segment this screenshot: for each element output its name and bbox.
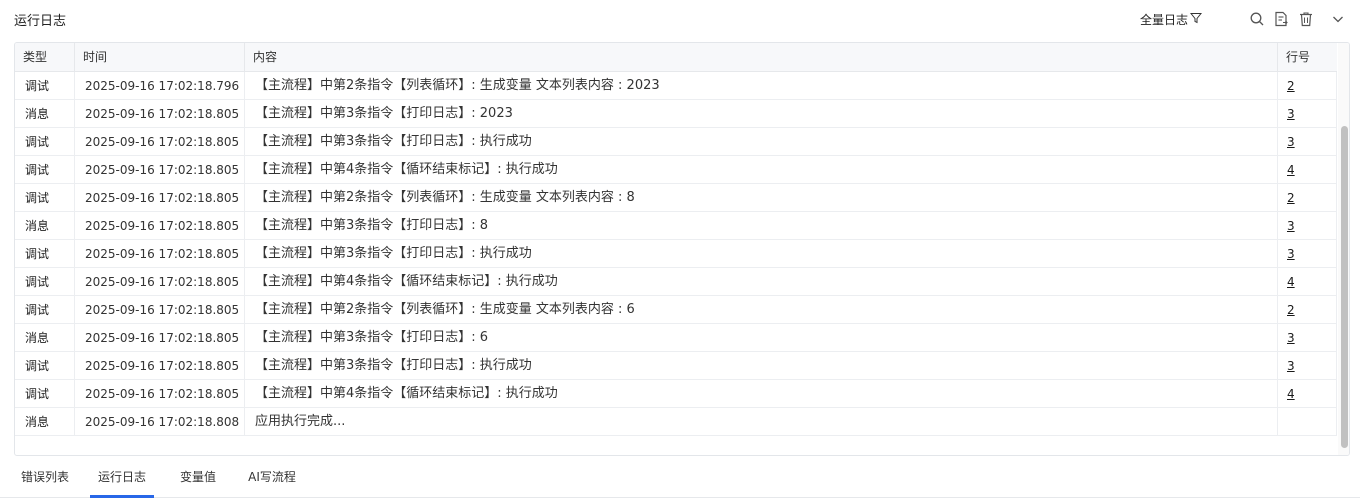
- table-row[interactable]: 调试 2025-09-16 17:02:18.805 【主流程】中第4条指令【循环结…: [15, 156, 1337, 184]
- table-row[interactable]: 调试 2025-09-16 17:02:18.805 【主流程】中第4条指令【循环结…: [15, 380, 1337, 408]
- cell-type: 调试: [15, 240, 75, 268]
- line-number-link[interactable]: 2: [1287, 79, 1295, 93]
- cell-content: 【主流程】中第4条指令【循环结束标记】: 执行成功: [245, 380, 1278, 408]
- table-header: 类型 时间 内容 行号: [15, 43, 1337, 72]
- cell-content: 【主流程】中第3条指令【打印日志】: 执行成功: [245, 240, 1278, 268]
- cell-time: 2025-09-16 17:02:18.805: [75, 156, 245, 184]
- filter-label: 全量日志: [1140, 13, 1189, 27]
- cell-line: 3: [1278, 240, 1337, 268]
- column-header-type[interactable]: 类型: [15, 43, 75, 72]
- cell-time: 2025-09-16 17:02:18.805: [75, 296, 245, 324]
- cell-line: 2: [1278, 296, 1337, 324]
- cell-content: 【主流程】中第4条指令【循环结束标记】: 执行成功: [245, 156, 1278, 184]
- export-icon[interactable]: [1273, 11, 1289, 27]
- cell-type: 调试: [15, 296, 75, 324]
- filter-icon: [1189, 12, 1203, 27]
- chevron-down-icon[interactable]: [1330, 11, 1346, 27]
- cell-content: 【主流程】中第3条指令【打印日志】: 8: [245, 212, 1278, 240]
- column-header-content[interactable]: 内容: [245, 43, 1278, 72]
- cell-line: 3: [1278, 352, 1337, 380]
- tab-error-list[interactable]: 错误列表: [14, 458, 76, 498]
- cell-time: 2025-09-16 17:02:18.805: [75, 128, 245, 156]
- line-number-link[interactable]: 3: [1287, 135, 1295, 149]
- cell-line: 3: [1278, 212, 1337, 240]
- cell-content: 【主流程】中第4条指令【循环结束标记】: 执行成功: [245, 268, 1278, 296]
- cell-line: 4: [1278, 268, 1337, 296]
- line-number-link[interactable]: 2: [1287, 191, 1295, 205]
- log-table-panel: 类型 时间 内容 行号 调试 2025-09-16 17:02:18.796 【主流…: [14, 42, 1350, 456]
- cell-type: 调试: [15, 352, 75, 380]
- search-icon[interactable]: [1249, 11, 1265, 27]
- cell-line: [1278, 408, 1337, 436]
- table-row[interactable]: 调试 2025-09-16 17:02:18.805 【主流程】中第3条指令【打印日…: [15, 352, 1337, 380]
- cell-line: 4: [1278, 156, 1337, 184]
- cell-content: 【主流程】中第3条指令【打印日志】: 2023: [245, 100, 1278, 128]
- cell-content: 【主流程】中第2条指令【列表循环】: 生成变量 文本列表内容 : 6: [245, 296, 1278, 324]
- table-row[interactable]: 消息 2025-09-16 17:02:18.805 【主流程】中第3条指令【打印日…: [15, 324, 1337, 352]
- trash-icon[interactable]: [1298, 11, 1314, 27]
- cell-time: 2025-09-16 17:02:18.796: [75, 72, 245, 100]
- cell-content: 【主流程】中第2条指令【列表循环】: 生成变量 文本列表内容 : 2023: [245, 72, 1278, 100]
- cell-time: 2025-09-16 17:02:18.805: [75, 352, 245, 380]
- page-title: 运行日志: [14, 14, 67, 29]
- line-number-link[interactable]: 3: [1287, 219, 1295, 233]
- table-row[interactable]: 消息 2025-09-16 17:02:18.805 【主流程】中第3条指令【打印日…: [15, 212, 1337, 240]
- cell-time: 2025-09-16 17:02:18.805: [75, 240, 245, 268]
- bottom-tab-bar: 错误列表 运行日志 变量值 AI写流程: [0, 458, 1360, 498]
- cell-content: 应用执行完成...: [245, 408, 1278, 436]
- log-filter-dropdown[interactable]: 全量日志: [1140, 11, 1203, 28]
- cell-content: 【主流程】中第3条指令【打印日志】: 执行成功: [245, 128, 1278, 156]
- cell-type: 调试: [15, 72, 75, 100]
- tab-ai-flow[interactable]: AI写流程: [240, 458, 304, 498]
- cell-type: 调试: [15, 156, 75, 184]
- line-number-link[interactable]: 4: [1287, 163, 1295, 177]
- cell-time: 2025-09-16 17:02:18.805: [75, 100, 245, 128]
- table-row[interactable]: 调试 2025-09-16 17:02:18.805 【主流程】中第4条指令【循环结…: [15, 268, 1337, 296]
- cell-type: 调试: [15, 268, 75, 296]
- line-number-link[interactable]: 4: [1287, 275, 1295, 289]
- table-row[interactable]: 调试 2025-09-16 17:02:18.805 【主流程】中第2条指令【列表循…: [15, 184, 1337, 212]
- cell-type: 调试: [15, 184, 75, 212]
- table-row[interactable]: 消息 2025-09-16 17:02:18.808 应用执行完成...: [15, 408, 1337, 436]
- cell-type: 消息: [15, 324, 75, 352]
- line-number-link[interactable]: 3: [1287, 107, 1295, 121]
- line-number-link[interactable]: 2: [1287, 303, 1295, 317]
- line-number-link[interactable]: 3: [1287, 247, 1295, 261]
- cell-time: 2025-09-16 17:02:18.805: [75, 380, 245, 408]
- cell-type: 消息: [15, 100, 75, 128]
- table-row[interactable]: 调试 2025-09-16 17:02:18.796 【主流程】中第2条指令【列表循…: [15, 72, 1337, 100]
- column-header-time[interactable]: 时间: [75, 43, 245, 72]
- table-row[interactable]: 调试 2025-09-16 17:02:18.805 【主流程】中第3条指令【打印日…: [15, 128, 1337, 156]
- cell-content: 【主流程】中第3条指令【打印日志】: 6: [245, 324, 1278, 352]
- line-number-link[interactable]: 3: [1287, 331, 1295, 345]
- cell-time: 2025-09-16 17:02:18.805: [75, 268, 245, 296]
- cell-time: 2025-09-16 17:02:18.805: [75, 184, 245, 212]
- cell-time: 2025-09-16 17:02:18.808: [75, 408, 245, 436]
- cell-content: 【主流程】中第2条指令【列表循环】: 生成变量 文本列表内容 : 8: [245, 184, 1278, 212]
- cell-type: 消息: [15, 212, 75, 240]
- column-header-line[interactable]: 行号: [1278, 43, 1337, 72]
- cell-time: 2025-09-16 17:02:18.805: [75, 212, 245, 240]
- cell-type: 调试: [15, 380, 75, 408]
- table-row[interactable]: 消息 2025-09-16 17:02:18.805 【主流程】中第3条指令【打印日…: [15, 100, 1337, 128]
- cell-line: 3: [1278, 128, 1337, 156]
- cell-line: 2: [1278, 72, 1337, 100]
- cell-type: 调试: [15, 128, 75, 156]
- cell-line: 3: [1278, 100, 1337, 128]
- cell-line: 4: [1278, 380, 1337, 408]
- line-number-link[interactable]: 4: [1287, 387, 1295, 401]
- cell-content: 【主流程】中第3条指令【打印日志】: 执行成功: [245, 352, 1278, 380]
- table-row[interactable]: 调试 2025-09-16 17:02:18.805 【主流程】中第3条指令【打印日…: [15, 240, 1337, 268]
- line-number-link[interactable]: 3: [1287, 359, 1295, 373]
- scrollbar-thumb[interactable]: [1341, 126, 1348, 448]
- cell-line: 3: [1278, 324, 1337, 352]
- cell-time: 2025-09-16 17:02:18.805: [75, 324, 245, 352]
- vertical-scrollbar[interactable]: [1338, 43, 1349, 455]
- tab-variables[interactable]: 变量值: [170, 458, 226, 498]
- tab-run-log[interactable]: 运行日志: [90, 458, 154, 498]
- table-row[interactable]: 调试 2025-09-16 17:02:18.805 【主流程】中第2条指令【列表循…: [15, 296, 1337, 324]
- cell-line: 2: [1278, 184, 1337, 212]
- cell-type: 消息: [15, 408, 75, 436]
- log-header: 运行日志 全量日志: [0, 0, 1360, 40]
